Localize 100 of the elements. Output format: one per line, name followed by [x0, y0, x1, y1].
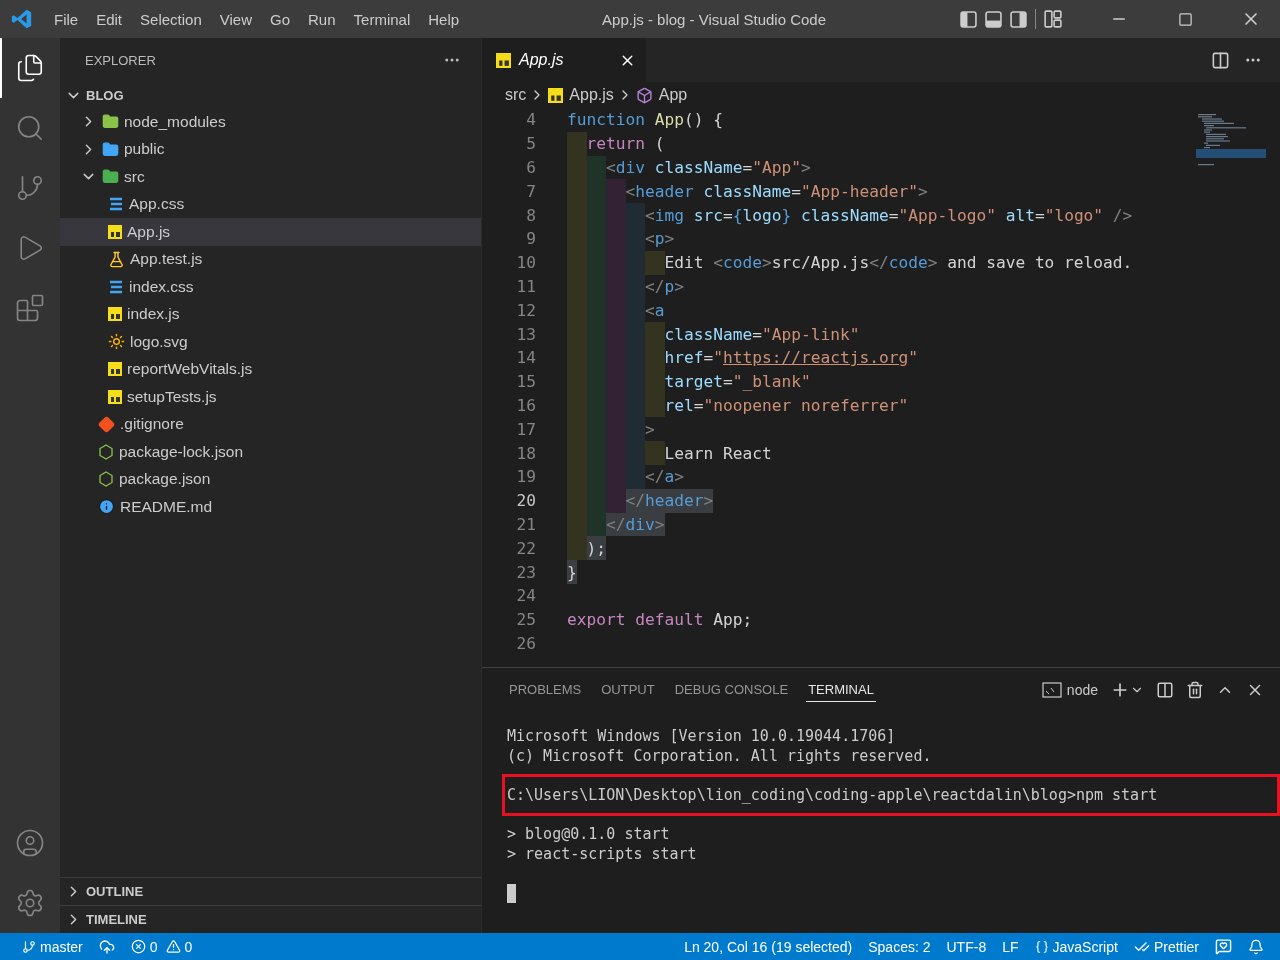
branch-name: master: [40, 938, 83, 955]
menu-item[interactable]: Edit: [87, 10, 132, 28]
split-editor-icon[interactable]: [1211, 50, 1230, 70]
panel-tab[interactable]: TERMINAL: [806, 678, 876, 702]
js-file-icon: [108, 307, 122, 322]
sidebar-title: EXPLORER: [85, 52, 156, 68]
js-file-icon: [108, 389, 122, 404]
file-tree-item[interactable]: logo.svg: [60, 328, 481, 356]
terminal-line: > blog@0.1.0 start: [507, 824, 671, 844]
menu-item[interactable]: Run: [299, 10, 345, 28]
blocks-icon: [15, 293, 45, 323]
line-number: 20: [515, 491, 537, 511]
file-tree-item[interactable]: package.json: [60, 465, 481, 493]
code-line: >: [567, 417, 655, 442]
code-line: <img src={logo} className="App-logo" alt="logo" />: [567, 203, 1133, 227]
breadcrumb-item[interactable]: App: [658, 86, 688, 104]
folder-name: BLOG: [86, 87, 124, 103]
line-number: 18: [515, 443, 537, 463]
status-item[interactable]: Ln 20, Col 16 (19 selected): [676, 938, 861, 955]
menu-item[interactable]: Go: [261, 10, 299, 28]
cloud-upload-icon[interactable]: [98, 938, 115, 955]
status-item[interactable]: LF: [994, 938, 1027, 955]
file-tree-item[interactable]: reportWebVitals.js: [60, 355, 481, 383]
css-file-icon: [108, 197, 124, 212]
code-line: target="_blank": [567, 369, 811, 394]
line-number: 17: [515, 419, 537, 439]
status-item[interactable]: Spaces: 2: [860, 938, 939, 955]
menu-item[interactable]: File: [45, 10, 88, 28]
line-number: 16: [515, 395, 537, 415]
line-number: 9: [525, 229, 537, 249]
maximize-icon[interactable]: [1177, 11, 1193, 27]
errors-status[interactable]: 0: [122, 938, 166, 955]
js-file-icon: [548, 87, 564, 103]
language-status[interactable]: JavaScript: [1026, 938, 1126, 955]
warning-icon: [165, 939, 181, 954]
settings-icon: [15, 888, 45, 918]
prettier-status[interactable]: Prettier: [1125, 938, 1207, 955]
folder-header[interactable]: BLOG: [60, 82, 481, 108]
split-terminal-icon[interactable]: [1156, 681, 1174, 699]
warning-count: 0: [184, 938, 193, 955]
panel-tab[interactable]: DEBUG CONSOLE: [672, 678, 791, 702]
menu-item[interactable]: View: [210, 10, 261, 28]
breadcrumb-item[interactable]: src: [505, 86, 527, 104]
code-line: className="App-link": [567, 322, 860, 346]
file-tree-item[interactable]: .gitignore: [60, 410, 481, 438]
layout-toggle-icon[interactable]: [985, 10, 1002, 28]
code-line: Learn React: [567, 441, 772, 465]
layout-toggle-icon[interactable]: [960, 10, 977, 28]
file-tree-item[interactable]: package-lock.json: [60, 438, 481, 466]
code-line: export default App;: [567, 609, 753, 632]
line-number: 24: [515, 586, 537, 606]
file-tree-item[interactable]: App.css: [60, 190, 481, 218]
search-icon: [15, 113, 45, 143]
terminal-icon: [1041, 682, 1062, 698]
panel-tab[interactable]: OUTPUT: [599, 678, 657, 702]
line-number: 6: [525, 158, 537, 177]
status-item[interactable]: UTF-8: [938, 938, 995, 955]
file-tree-item[interactable]: node_modules: [60, 108, 481, 136]
feedback-icon[interactable]: [1215, 938, 1232, 955]
file-tree-item[interactable]: index.css: [60, 273, 481, 301]
layout-icon[interactable]: [1044, 10, 1062, 28]
terminal-line: (c) Microsoft Corporation. All rights reserved.: [507, 746, 933, 766]
line-number: 10: [515, 253, 537, 273]
account-icon: [15, 828, 45, 858]
layout-toggle-icon[interactable]: [1010, 10, 1027, 28]
code-line: <a: [567, 298, 665, 323]
terminal-profile[interactable]: node: [1041, 682, 1098, 698]
folder-icon: [102, 168, 119, 186]
file-tree-item[interactable]: README.md: [60, 493, 481, 521]
branch-icon: [15, 173, 45, 203]
sidebar-section[interactable]: OUTLINE: [60, 877, 481, 905]
menu-item[interactable]: Selection: [131, 10, 211, 28]
css-file-icon: [108, 279, 124, 294]
branch-status[interactable]: master: [14, 938, 91, 955]
js-file-icon: [108, 362, 122, 377]
line-number: 13: [515, 324, 537, 344]
file-tree-item[interactable]: index.js: [60, 300, 481, 328]
cube-icon: [635, 86, 653, 104]
breadcrumb-item[interactable]: App.js: [569, 86, 614, 104]
editor-tab[interactable]: App.js: [482, 38, 646, 82]
bell-icon[interactable]: [1248, 938, 1264, 955]
code-line: return (: [567, 131, 665, 156]
line-number: 11: [515, 276, 537, 296]
file-tree-item[interactable]: setupTests.js: [60, 383, 481, 411]
menu-item[interactable]: Terminal: [344, 10, 420, 28]
panel-tab[interactable]: PROBLEMS: [507, 678, 584, 702]
warnings-status[interactable]: 0: [165, 938, 201, 955]
info-icon: [98, 498, 115, 516]
folder-icon: [102, 113, 119, 131]
menu-item[interactable]: Help: [419, 10, 469, 28]
file-tree-item[interactable]: public: [60, 135, 481, 163]
file-tree-item[interactable]: App.test.js: [60, 245, 481, 273]
file-tree-item[interactable]: App.js: [60, 218, 481, 246]
branch-icon: [22, 939, 36, 954]
trash-icon[interactable]: [1186, 681, 1204, 699]
profile-name: node: [1066, 682, 1098, 698]
line-number: 21: [515, 514, 537, 534]
line-number: 23: [515, 562, 537, 582]
file-tree-item[interactable]: src: [60, 163, 481, 191]
language-name: JavaScript: [1052, 938, 1118, 955]
